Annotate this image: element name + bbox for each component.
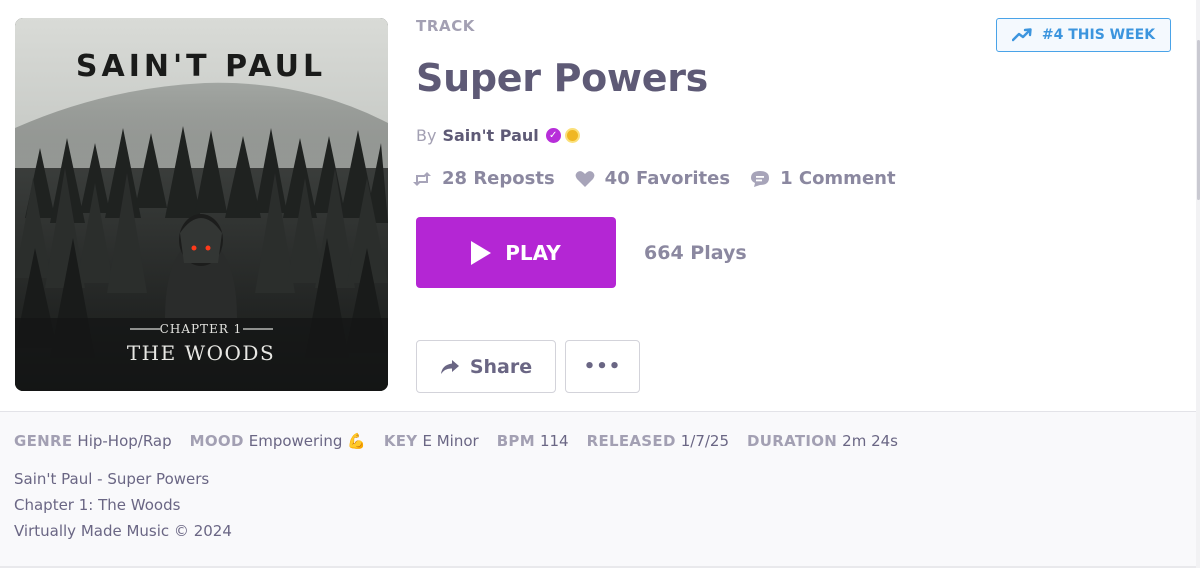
comments-stat[interactable]: 1 Comment: [750, 168, 896, 189]
more-options-button[interactable]: •••: [565, 340, 640, 393]
meta-value: Hip-Hop/Rap: [77, 432, 172, 450]
comment-icon: [751, 170, 770, 187]
cover-art[interactable]: SAIN'T PAUL CHAPTER 1 THE WOODS: [15, 18, 388, 391]
heart-icon: [575, 170, 595, 187]
meta-key: RELEASED: [586, 432, 676, 450]
page-title: Super Powers: [416, 56, 708, 100]
scrollbar[interactable]: [1196, 0, 1200, 568]
track-type-label: TRACK: [416, 17, 476, 35]
play-label: PLAY: [505, 240, 561, 265]
meta-value: E Minor: [422, 432, 479, 450]
track-card: SAIN'T PAUL CHAPTER 1 THE WOODS TRACK Su…: [0, 0, 1198, 566]
artist-link[interactable]: Sain't Paul: [442, 126, 538, 145]
meta-released: RELEASED 1/7/25: [587, 432, 729, 450]
reposts-stat[interactable]: 28 Reposts: [412, 168, 555, 189]
meta-key: MOOD: [189, 432, 244, 450]
meta-value: 1/7/25: [680, 432, 729, 450]
repost-icon: [413, 171, 431, 186]
meta-mood[interactable]: MOOD Empowering 💪: [190, 432, 366, 450]
meta-value: Empowering 💪: [248, 432, 366, 450]
play-icon: [471, 240, 492, 265]
share-button[interactable]: Share: [416, 340, 556, 393]
meta-duration: DURATION 2m 24s: [747, 432, 898, 450]
trending-label: #4 THIS WEEK: [1041, 27, 1156, 43]
favorites-count: 40 Favorites: [604, 168, 731, 189]
trending-up-icon: [1011, 28, 1032, 42]
meta-key: KEY: [383, 432, 418, 450]
by-label: By: [416, 126, 437, 145]
meta-genre[interactable]: GENRE Hip-Hop/Rap: [14, 432, 172, 450]
metadata-row: GENRE Hip-Hop/Rap MOOD Empowering 💪 KEY …: [14, 432, 916, 450]
tier-badge-icon: [564, 128, 580, 143]
plays-count: 664 Plays: [644, 242, 747, 264]
description-line: Sain't Paul - Super Powers: [14, 470, 210, 488]
artist-row: By Sain't Paul ✓: [416, 126, 580, 145]
meta-key-signature: KEY E Minor: [384, 432, 479, 450]
cover-artist-text: SAIN'T PAUL: [76, 49, 326, 84]
meta-key: DURATION: [747, 432, 838, 450]
reposts-count: 28 Reposts: [442, 168, 555, 189]
comments-count: 1 Comment: [780, 168, 896, 189]
description-line: Virtually Made Music © 2024: [14, 522, 232, 540]
cover-art-image: SAIN'T PAUL CHAPTER 1 THE WOODS: [15, 18, 388, 391]
description-line: Chapter 1: The Woods: [14, 496, 181, 514]
verified-icon: ✓: [545, 128, 561, 143]
share-icon: [440, 359, 459, 374]
trending-badge[interactable]: #4 THIS WEEK: [996, 18, 1171, 52]
meta-key: BPM: [496, 432, 535, 450]
favorites-stat[interactable]: 40 Favorites: [575, 168, 730, 189]
meta-value: 2m 24s: [842, 432, 898, 450]
more-icon: •••: [583, 356, 622, 377]
meta-bpm: BPM 114: [497, 432, 569, 450]
track-details: GENRE Hip-Hop/Rap MOOD Empowering 💪 KEY …: [0, 411, 1198, 566]
meta-value: 114: [539, 432, 569, 450]
play-button[interactable]: PLAY: [416, 217, 616, 288]
cover-subtitle-text: THE WOODS: [127, 341, 275, 365]
cover-chapter-text: CHAPTER 1: [160, 322, 243, 336]
share-label: Share: [469, 355, 533, 378]
track-stats: 28 Reposts 40 Favorites 1 Comment: [412, 168, 916, 189]
meta-key: GENRE: [14, 432, 73, 450]
